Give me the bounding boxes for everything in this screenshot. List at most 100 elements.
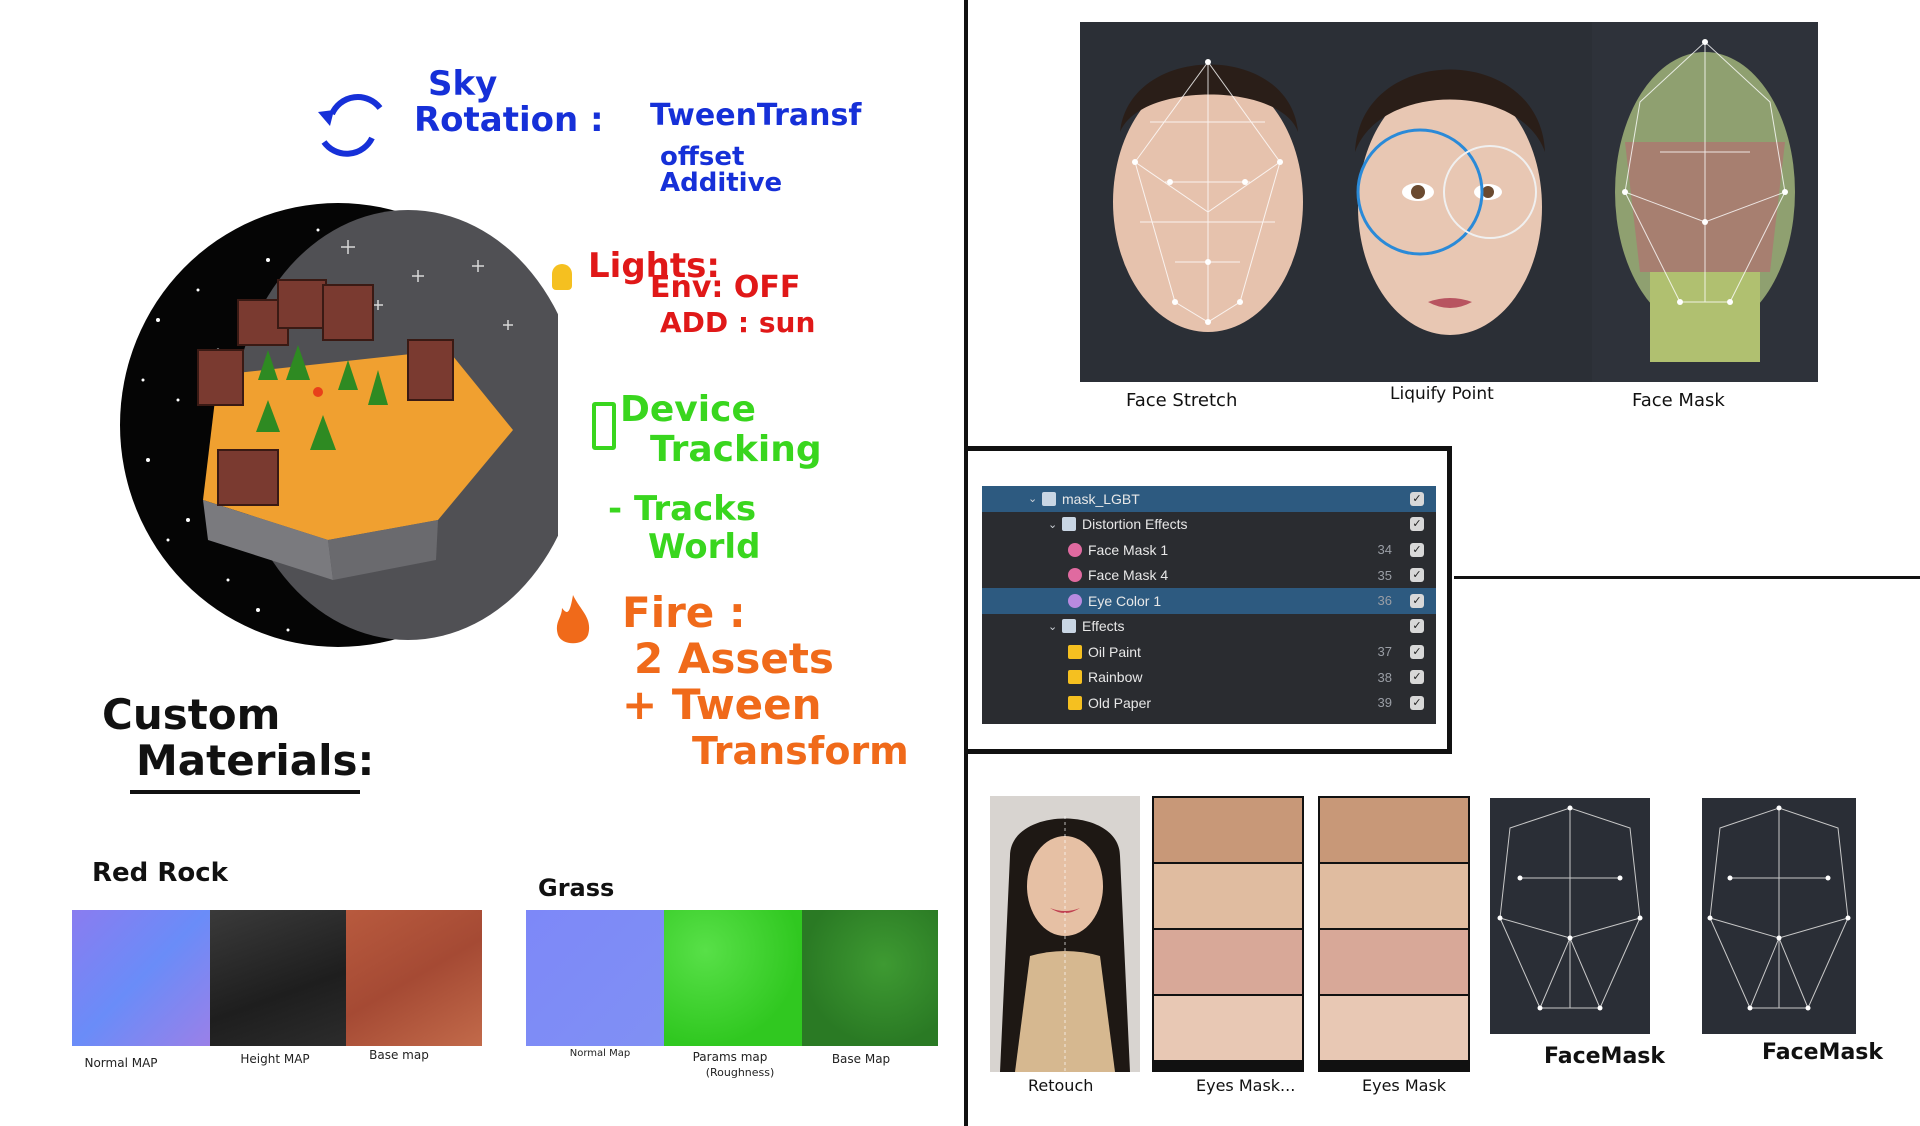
device-line1: Device — [620, 389, 756, 430]
grass-label-normal: Normal Map — [569, 1048, 631, 1059]
red-rock-label-height: Height MAP — [240, 1052, 310, 1066]
rotation-arrows-icon — [318, 94, 383, 157]
lights-item-1: Env: OFF — [650, 270, 801, 305]
layer-rows: ⌄ Distortion Effects ✓ Face Mask 1 34 ✓ Face M… — [982, 512, 1436, 716]
grass-base-map — [802, 910, 938, 1046]
face-mask-icon — [1068, 568, 1082, 583]
visibility-checkbox[interactable]: ✓ — [1410, 542, 1424, 557]
face-label-liquify: Liquify Point — [1390, 384, 1494, 404]
layer-label: Face Mask 1 — [1088, 541, 1169, 558]
visibility-checkbox[interactable]: ✓ — [1410, 517, 1424, 532]
cube-icon — [1062, 517, 1076, 532]
visibility-checkbox[interactable]: ✓ — [1410, 491, 1424, 506]
fire-text: Fire : 2 Assets + Tween Transform — [622, 590, 909, 774]
layer-row[interactable]: ⌄ Distortion Effects ✓ — [982, 512, 1436, 538]
device-tracks-text: - Tracks World — [608, 490, 760, 566]
layer-number: 38 — [1377, 669, 1392, 685]
sky-rotation-item-3: Additive — [660, 168, 783, 198]
chevron-down-icon[interactable]: ⌄ — [1028, 492, 1042, 505]
bottom-label-facemask-1: FaceMask — [1544, 1044, 1666, 1069]
grass-label-params: Params map — [692, 1050, 768, 1064]
lights-item-2: ADD : sun — [660, 306, 816, 339]
fire-line1: Fire : — [622, 588, 746, 637]
layer-label: Rainbow — [1088, 669, 1143, 686]
effect-icon — [1068, 644, 1082, 659]
bottom-label-eyes-1: Eyes Mask... — [1196, 1076, 1296, 1095]
eye-icon — [1068, 593, 1082, 608]
fire-line4: Transform — [692, 729, 909, 773]
grass-label-base: Base Map — [831, 1052, 891, 1066]
visibility-checkbox[interactable]: ✓ — [1410, 593, 1424, 608]
device-tracking-text: Device Tracking — [620, 390, 822, 470]
device-line3: - Tracks — [608, 489, 757, 529]
layer-row[interactable]: ⌄ Effects ✓ — [982, 614, 1436, 640]
fire-line3: + Tween — [622, 680, 822, 729]
custom-line1: Custom — [102, 690, 281, 739]
visibility-checkbox[interactable]: ✓ — [1410, 695, 1424, 710]
layer-number: 34 — [1377, 542, 1392, 558]
grass-title: Grass — [538, 874, 615, 902]
cube-icon — [1042, 491, 1056, 506]
layer-label: Face Mask 4 — [1088, 567, 1169, 584]
custom-materials-title: Custom Materials: — [102, 692, 374, 784]
layers-panel: ⌄ mask_LGBT ✓ ⌄ Distortion Effects ✓ Face M… — [982, 486, 1436, 724]
facemask-wireframe-2-drawing — [1707, 805, 1851, 1011]
fire-line2: 2 Assets — [634, 634, 834, 683]
custom-line2: Materials: — [136, 736, 375, 785]
facemask-wireframe-1-drawing — [1497, 805, 1643, 1011]
layer-label: Old Paper — [1088, 694, 1152, 711]
eyes-mask-image-1 — [1152, 796, 1304, 1072]
sky-sphere-sketch — [120, 203, 558, 647]
layer-root[interactable]: ⌄ mask_LGBT ✓ — [982, 486, 1436, 512]
grass-normal-map — [526, 910, 664, 1046]
device-line4: World — [648, 527, 761, 567]
grass-label-roughness: (Roughness) — [705, 1066, 775, 1079]
red-rock-title: Red Rock — [92, 858, 228, 888]
layer-number: 36 — [1377, 593, 1392, 609]
horizontal-divider-right — [1454, 576, 1920, 579]
layer-row[interactable]: Old Paper 39 ✓ — [982, 690, 1436, 716]
red-rock-label-base: Base map — [369, 1048, 429, 1062]
facemask-wireframe-1 — [1490, 798, 1650, 1034]
visibility-checkbox[interactable]: ✓ — [1410, 670, 1424, 685]
bulb-icon — [552, 264, 572, 290]
layer-row[interactable]: Face Mask 1 34 ✓ — [982, 537, 1436, 563]
device-line2: Tracking — [650, 429, 822, 470]
fire-icon — [556, 595, 590, 644]
retouch-image — [990, 796, 1140, 1072]
grass-params-map — [664, 910, 802, 1046]
bottom-label-retouch: Retouch — [1028, 1076, 1094, 1095]
layer-row[interactable]: Oil Paint 37 ✓ — [982, 639, 1436, 665]
visibility-checkbox[interactable]: ✓ — [1410, 568, 1424, 583]
visibility-checkbox[interactable]: ✓ — [1410, 619, 1424, 634]
face-demo-drawing — [1113, 22, 1818, 382]
facemask-wireframe-2 — [1702, 798, 1856, 1034]
eyes-mask-image-2 — [1318, 796, 1470, 1072]
layer-number: 35 — [1377, 567, 1392, 583]
custom-materials-underline — [130, 790, 360, 794]
layer-label: Distortion Effects — [1082, 516, 1188, 533]
chevron-down-icon[interactable]: ⌄ — [1048, 518, 1062, 531]
chevron-down-icon[interactable]: ⌄ — [1048, 620, 1062, 633]
cube-icon — [1062, 619, 1076, 634]
layer-label: Effects — [1082, 618, 1125, 635]
red-rock-height-map — [210, 910, 346, 1046]
layer-row[interactable]: Face Mask 4 35 ✓ — [982, 563, 1436, 589]
layer-label: Oil Paint — [1088, 643, 1141, 660]
visibility-checkbox[interactable]: ✓ — [1410, 644, 1424, 659]
retouch-drawing — [1000, 816, 1130, 1072]
layer-row[interactable]: Rainbow 38 ✓ — [982, 665, 1436, 691]
red-rock-normal-map — [72, 910, 210, 1046]
effect-icon — [1068, 695, 1082, 710]
bottom-label-eyes-2: Eyes Mask — [1362, 1076, 1447, 1095]
face-demo-image — [1080, 22, 1818, 382]
red-rock-label-normal: Normal MAP — [84, 1056, 158, 1070]
sky-rotation-item-1: TweenTransf — [650, 98, 862, 133]
face-label-mask: Face Mask — [1632, 390, 1725, 411]
face-label-stretch: Face Stretch — [1126, 390, 1238, 411]
layer-label: mask_LGBT — [1062, 490, 1140, 507]
layer-row[interactable]: Eye Color 1 36 ✓ — [982, 588, 1436, 614]
layer-label: Eye Color 1 — [1088, 592, 1162, 609]
device-icon — [592, 402, 616, 450]
face-mask-icon — [1068, 542, 1082, 557]
